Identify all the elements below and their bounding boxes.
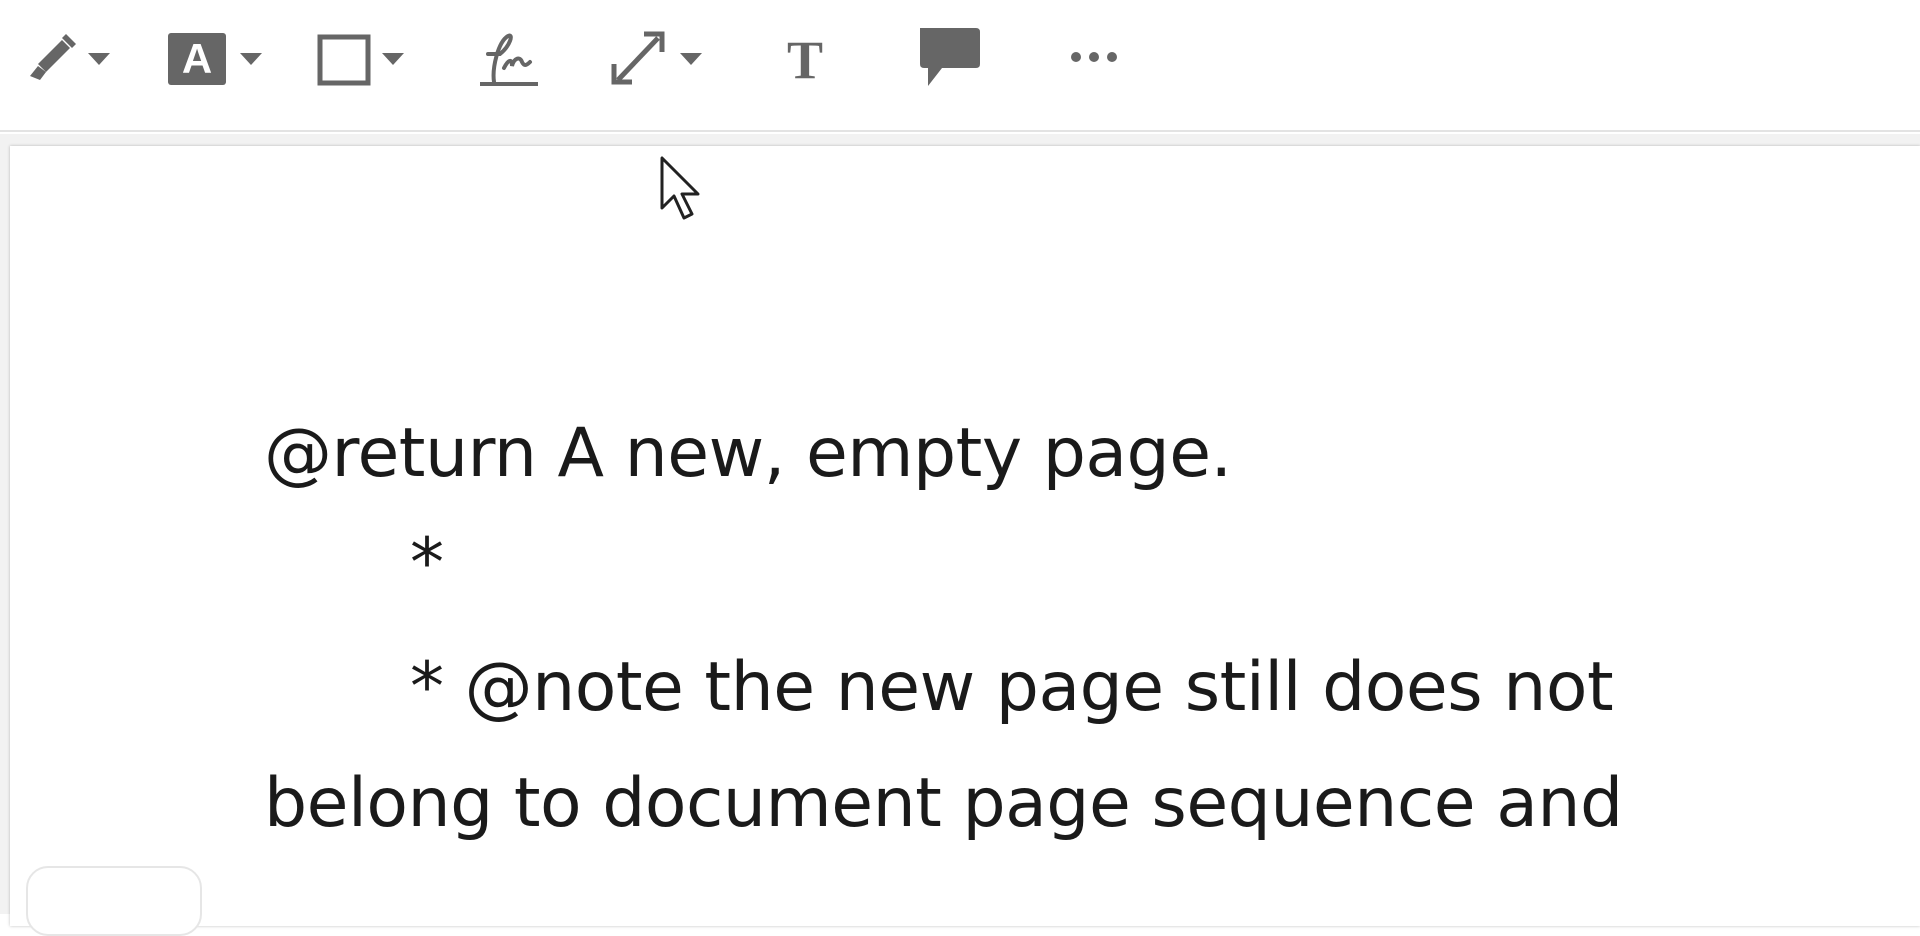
arrow-diagonal-icon: [611, 31, 702, 85]
signature-icon: [480, 33, 538, 86]
chevron-down-icon: [240, 53, 262, 65]
doc-line-asterisk: *: [410, 524, 444, 603]
document-viewer[interactable]: @return A new, empty page. * * @note the…: [0, 134, 1920, 926]
rectangle-icon: [317, 34, 404, 86]
chevron-down-icon: [88, 53, 110, 65]
chevron-down-icon: [680, 53, 702, 65]
highlighter-icon: [30, 34, 110, 80]
more-tool-button[interactable]: [1066, 20, 1126, 94]
svg-text:A: A: [182, 35, 212, 82]
page-thumbnail-tab[interactable]: [26, 866, 202, 936]
text-t-icon: T: [787, 30, 823, 90]
comment-bubble-icon: [920, 28, 980, 86]
doc-line-note: * @note the new page still does not: [410, 648, 1614, 727]
resize-tool-button[interactable]: [606, 20, 710, 94]
mouse-cursor-icon: [660, 156, 700, 220]
svg-text:T: T: [787, 30, 823, 90]
chevron-down-icon: [382, 53, 404, 65]
document-page: @return A new, empty page. * * @note the…: [10, 146, 1920, 926]
annotation-toolbar: A T: [0, 0, 1920, 132]
comment-tool-button[interactable]: [914, 20, 984, 94]
highlight-tool-button[interactable]: [24, 20, 124, 94]
more-dots-icon: [1071, 52, 1117, 62]
sign-tool-button[interactable]: [474, 20, 544, 94]
doc-line-return: @return A new, empty page.: [264, 414, 1232, 493]
text-tool-button[interactable]: T: [778, 20, 832, 94]
doc-line-belong: belong to document page sequence and: [264, 764, 1623, 843]
shape-tool-button[interactable]: [316, 20, 416, 94]
text-box-icon: A: [168, 33, 262, 85]
text-color-tool-button[interactable]: A: [166, 20, 270, 94]
